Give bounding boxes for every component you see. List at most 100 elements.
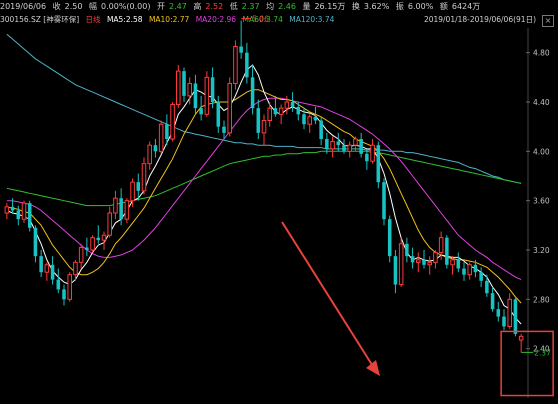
y-tick-label: 3.20	[533, 246, 550, 255]
candle-body	[490, 293, 495, 310]
candle-body	[90, 237, 95, 251]
candle-body	[136, 182, 141, 191]
candle-body	[101, 234, 107, 241]
candle-body	[124, 200, 130, 220]
candle-body	[267, 107, 272, 121]
low-annotation: 2.37	[534, 348, 551, 357]
candle-body	[85, 247, 89, 250]
candle-body	[44, 264, 50, 273]
candle-body	[479, 272, 483, 281]
highlight-box	[500, 330, 554, 397]
candle-body	[325, 139, 329, 149]
candle-body	[330, 140, 335, 150]
candle-body	[398, 243, 404, 286]
candle-body	[456, 259, 461, 269]
candle-body	[422, 259, 426, 265]
candle-body	[50, 264, 55, 280]
candle-body	[176, 70, 181, 105]
candle-body	[353, 138, 358, 146]
candle-body	[450, 259, 455, 266]
candle-body	[210, 77, 215, 102]
candle-body	[473, 264, 478, 273]
candle-body	[290, 102, 295, 107]
y-tick-label: 2.80	[533, 295, 550, 304]
candle-body	[307, 116, 312, 125]
candle-body	[107, 212, 112, 236]
candle-body	[216, 102, 221, 127]
candle-body	[204, 76, 210, 115]
candle-body	[376, 145, 381, 183]
candle-body	[359, 139, 363, 154]
ma120-line	[6, 33, 522, 184]
y-tick-label: 4.40	[533, 98, 550, 107]
candle-body	[445, 237, 449, 265]
candle-body	[427, 261, 432, 266]
candle-body	[382, 182, 386, 220]
candle-body	[182, 71, 186, 96]
candle-body	[342, 145, 346, 152]
candle-body	[187, 83, 192, 97]
candle-body	[319, 120, 323, 139]
candle-body	[27, 203, 32, 228]
candle-body	[233, 46, 238, 84]
candle-body	[193, 83, 198, 109]
candle-body	[296, 106, 301, 115]
candle-body	[433, 251, 438, 263]
candle-body	[130, 181, 135, 202]
candle-body	[405, 243, 409, 257]
candle-body	[393, 256, 398, 285]
candle-body	[119, 198, 123, 220]
y-tick-label: 3.60	[533, 197, 550, 206]
candle-body	[370, 144, 375, 162]
candle-body	[78, 247, 84, 263]
candle-body	[147, 144, 152, 165]
candle-body	[302, 114, 306, 125]
candle-body	[10, 206, 15, 211]
candle-body	[438, 237, 444, 253]
high-annotation: 5.06	[252, 15, 269, 24]
candle-body	[416, 259, 421, 263]
candle-body	[113, 197, 118, 214]
candle-body	[16, 210, 21, 220]
candle-body	[222, 126, 226, 133]
candle-body	[199, 108, 203, 115]
candle-body	[227, 83, 232, 134]
candle-body	[387, 219, 392, 257]
candle-body	[165, 124, 169, 139]
candle-body	[4, 206, 10, 214]
candle-body	[73, 261, 78, 276]
downtrend-arrow-line	[281, 221, 375, 369]
y-tick-label: 4.80	[533, 49, 550, 58]
candle-body	[496, 309, 501, 317]
candle-body	[250, 77, 255, 109]
candle-body	[56, 279, 61, 290]
candle-body	[96, 237, 101, 241]
candle-body	[410, 256, 415, 263]
candle-body	[518, 335, 524, 341]
candle-body	[365, 153, 369, 162]
candle-body	[39, 256, 43, 273]
candle-body	[467, 264, 472, 276]
candle-body	[278, 107, 284, 115]
candle-body	[239, 46, 243, 53]
candle-body	[170, 103, 175, 140]
candle-body	[485, 280, 489, 294]
candle-body	[153, 145, 158, 152]
candle-body	[513, 299, 518, 334]
candle-body	[245, 52, 249, 78]
y-tick-label: 4.00	[533, 147, 550, 156]
candle-body	[273, 108, 278, 115]
downtrend-arrow-head	[366, 360, 380, 376]
candle-body	[502, 316, 506, 327]
candle-body	[313, 116, 318, 121]
candlestick-chart: 4.804.404.003.603.202.802.405.062.37	[4, 15, 554, 398]
candle-body	[62, 289, 66, 300]
candle-body	[141, 163, 147, 192]
candle-body	[462, 268, 466, 275]
candle-body	[347, 144, 352, 152]
candle-body	[158, 123, 164, 152]
ma5-line	[6, 64, 522, 325]
candle-body	[284, 101, 290, 109]
candle-body	[256, 108, 261, 133]
candle-body	[261, 120, 267, 134]
